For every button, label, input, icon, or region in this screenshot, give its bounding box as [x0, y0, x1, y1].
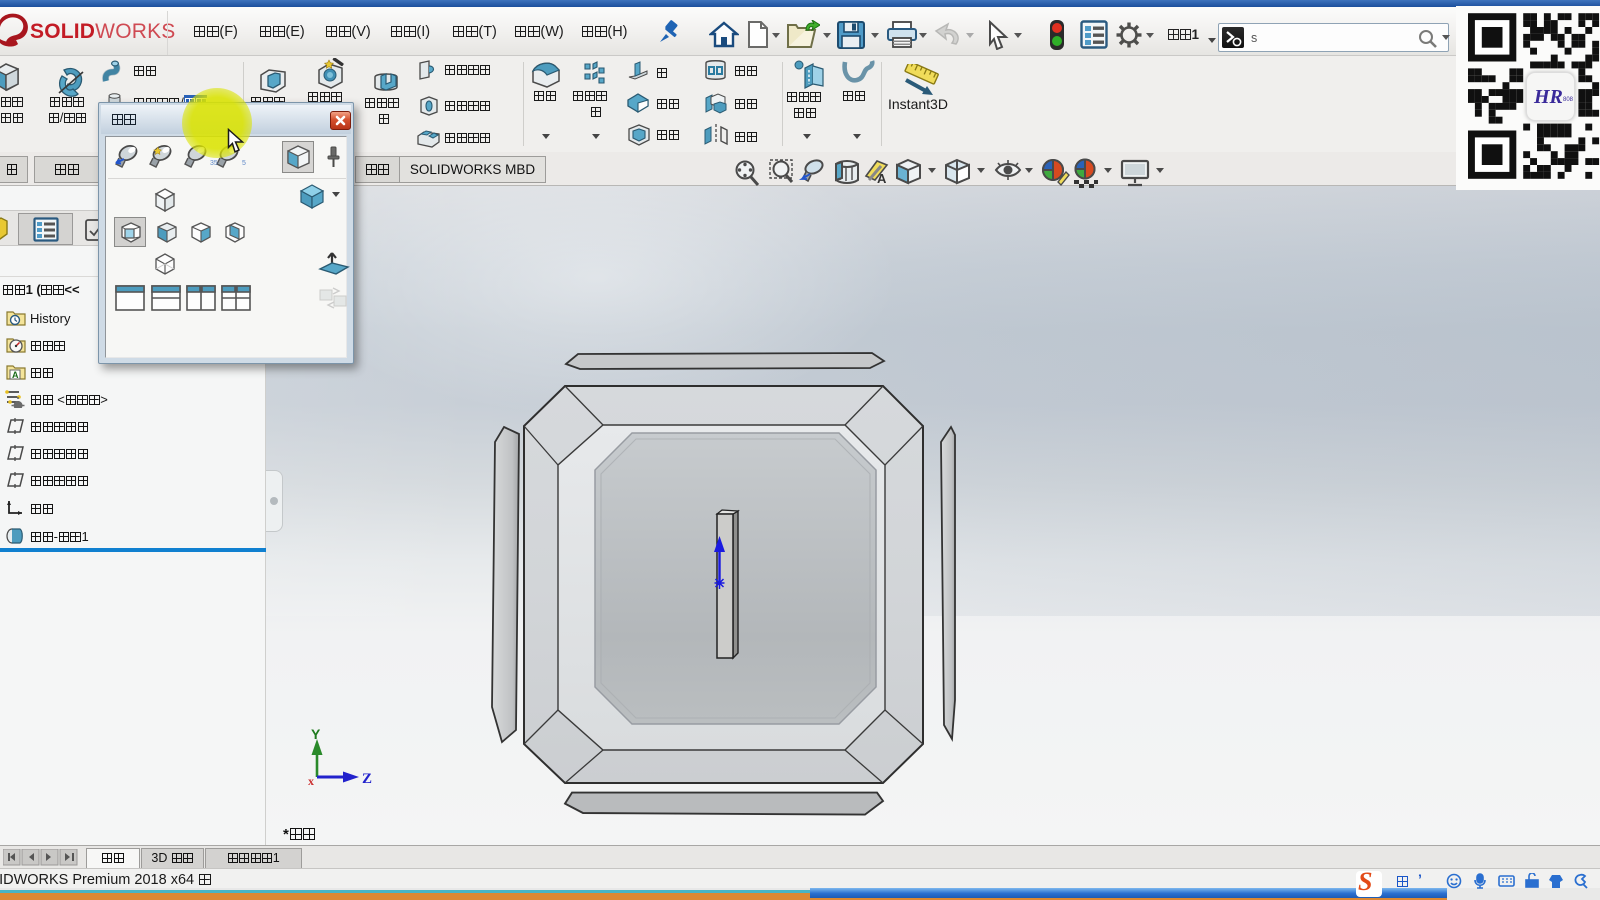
svg-text:x: x [308, 774, 314, 788]
svg-text:A: A [12, 370, 19, 380]
svg-text:A: A [877, 171, 887, 186]
svg-text:5: 5 [242, 160, 246, 167]
svg-text:Z: Z [362, 771, 372, 787]
svg-text:35: 35 [210, 160, 218, 167]
svg-text:Y: Y [311, 726, 321, 742]
